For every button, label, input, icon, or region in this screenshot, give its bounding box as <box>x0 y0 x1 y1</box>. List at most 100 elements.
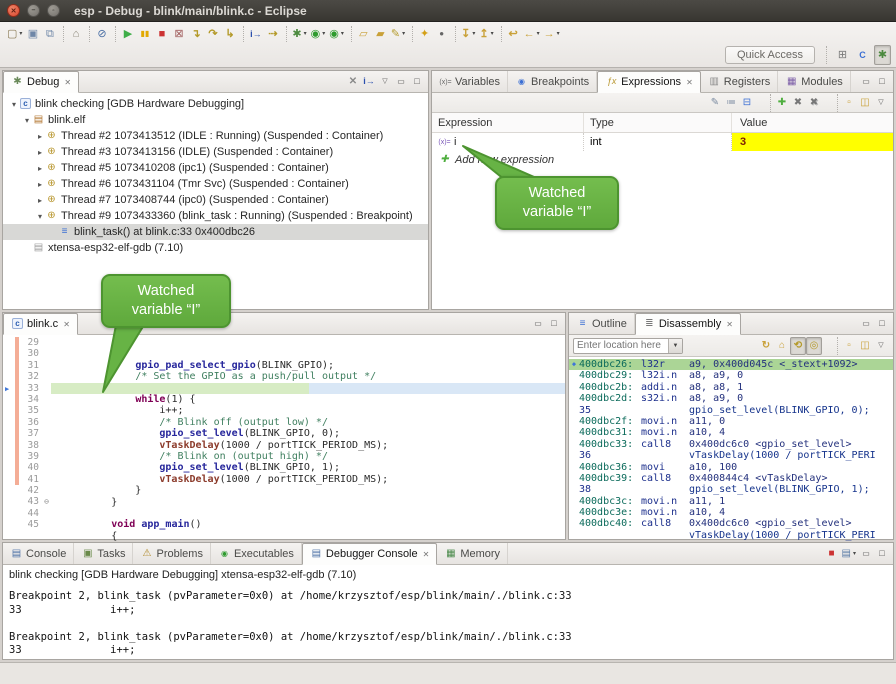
resume-icon[interactable] <box>119 24 136 44</box>
fold-icon[interactable] <box>42 383 51 394</box>
code-line[interactable]: 43 ⊖ void app_main() <box>3 496 565 507</box>
tab-expressions[interactable]: Expressions <box>597 71 701 93</box>
tab-tasks[interactable]: Tasks <box>74 543 133 564</box>
view-menu-icon[interactable] <box>873 337 889 355</box>
code-text[interactable]: } <box>51 462 565 473</box>
breakpoint-marker[interactable] <box>3 451 15 462</box>
debug-icon[interactable] <box>290 24 308 44</box>
minimize-window-button[interactable] <box>27 4 40 17</box>
code-text[interactable]: { <box>51 508 565 519</box>
disassembly-line[interactable]: 400dbc31: movi.n a10, 4 <box>569 427 893 438</box>
refresh-view-icon[interactable] <box>758 337 774 355</box>
tab-close-icon[interactable] <box>62 76 71 88</box>
new-view-icon[interactable] <box>841 337 857 355</box>
show-type-names-icon[interactable] <box>707 94 723 112</box>
tree-expand-icon[interactable]: ▸ <box>35 196 45 205</box>
code-line[interactable]: 42 <box>3 485 565 496</box>
code-line[interactable]: 40 } <box>3 462 565 473</box>
breakpoint-marker[interactable] <box>3 474 15 485</box>
save-icon[interactable] <box>24 24 41 44</box>
mark-occurrences-icon[interactable] <box>433 24 450 44</box>
fold-icon[interactable] <box>42 405 51 416</box>
breakpoint-marker[interactable] <box>3 496 15 507</box>
debug-tree-row[interactable]: ▸ Thread #7 1073408744 (ipc0) (Suspended… <box>3 192 428 208</box>
fold-icon[interactable] <box>42 371 51 382</box>
save-all-icon[interactable] <box>41 24 58 44</box>
minimize-icon[interactable] <box>530 315 546 333</box>
tab-outline[interactable]: Outline <box>569 313 635 334</box>
view-menu-icon[interactable] <box>873 94 889 112</box>
code-text[interactable]: xTaskCreate(&blink_task, "blink_task", c… <box>51 519 617 530</box>
close-window-button[interactable] <box>7 4 20 17</box>
disassembly-line[interactable]: 400dbc36: movi a10, 100 <box>569 462 893 473</box>
disassembly-line[interactable]: 400dbc3e: movi.n a10, 4 <box>569 507 893 518</box>
code-line[interactable]: 45 xTaskCreate(&blink_task, "blink_task"… <box>3 519 565 530</box>
debug-tree-row[interactable]: ▸ Thread #6 1073431104 (Tmr Svc) (Suspen… <box>3 176 428 192</box>
column-header-expression[interactable]: Expression <box>432 113 584 132</box>
debug-perspective-icon[interactable] <box>874 45 891 65</box>
tab-registers[interactable]: Registers <box>701 71 778 92</box>
show-logical-structures-icon[interactable] <box>723 94 739 112</box>
remove-all-expressions-icon[interactable] <box>806 94 822 112</box>
breakpoint-marker[interactable] <box>3 531 15 542</box>
breakpoint-marker[interactable] <box>3 405 15 416</box>
code-line[interactable]: 36 vTaskDelay(1000 / portTICK_PERIOD_MS)… <box>3 417 565 428</box>
code-line[interactable]: 29 gpio_pad_select_gpio(BLINK_GPIO); <box>3 337 565 348</box>
line-number[interactable]: 31 <box>19 360 42 371</box>
pin-view-icon[interactable] <box>857 337 873 355</box>
rocket-icon[interactable] <box>389 24 407 44</box>
expression-value[interactable]: 3 <box>732 133 893 151</box>
disassembly-line[interactable]: 36 vTaskDelay(1000 / portTICK_PERI <box>569 450 893 461</box>
tab-disassembly[interactable]: Disassembly <box>635 313 741 335</box>
code-text[interactable]: vTaskDelay(1000 / portTICK_PERIOD_MS); <box>51 451 565 462</box>
line-number[interactable]: 30 <box>19 348 42 359</box>
display-console-icon[interactable] <box>840 545 858 563</box>
breakpoint-marker[interactable] <box>3 462 15 473</box>
line-number[interactable] <box>19 531 42 542</box>
fold-icon[interactable] <box>42 474 51 485</box>
add-expression-icon[interactable] <box>774 94 790 112</box>
tree-expand-icon[interactable]: ▾ <box>35 212 45 221</box>
cpp-perspective-icon[interactable] <box>854 45 871 65</box>
back-icon[interactable] <box>522 24 542 44</box>
code-text[interactable]: } <box>51 474 565 485</box>
debug-tree-row[interactable]: ▾ blink checking [GDB Hardware Debugging… <box>3 96 428 112</box>
external-tools-icon[interactable] <box>327 24 346 44</box>
instruction-stepping-icon[interactable] <box>361 73 377 91</box>
step-filters-icon[interactable] <box>264 24 281 44</box>
line-number[interactable]: 33 <box>19 383 42 394</box>
last-edit-location-icon[interactable] <box>505 24 522 44</box>
line-number[interactable]: 38 <box>19 440 42 451</box>
breakpoint-marker[interactable] <box>3 383 15 394</box>
tree-expand-icon[interactable]: ▸ <box>35 132 45 141</box>
fold-icon[interactable] <box>42 394 51 405</box>
code-line[interactable]: 41 } <box>3 474 565 485</box>
code-line[interactable]: 39 vTaskDelay(1000 / portTICK_PERIOD_MS)… <box>3 451 565 462</box>
pin-view-icon[interactable] <box>857 94 873 112</box>
new-view-icon[interactable] <box>841 94 857 112</box>
collapse-all-icon[interactable] <box>739 94 755 112</box>
tab-problems[interactable]: Problems <box>133 543 210 564</box>
tab-close-icon[interactable] <box>61 318 70 330</box>
breakpoint-marker[interactable] <box>3 360 15 371</box>
forward-icon[interactable] <box>542 24 562 44</box>
line-number[interactable]: 36 <box>19 417 42 428</box>
column-header-value[interactable]: Value <box>732 113 893 132</box>
minimize-icon[interactable] <box>858 73 874 91</box>
maximize-icon[interactable] <box>546 315 562 333</box>
line-number[interactable]: 34 <box>19 394 42 405</box>
disassembly-line[interactable]: 38 gpio_set_level(BLINK_GPIO, 1); <box>569 484 893 495</box>
maximize-window-button[interactable] <box>47 4 60 17</box>
line-number[interactable]: 43 <box>19 496 42 507</box>
code-line[interactable]: 37 /* Blink on (output high) */ <box>3 428 565 439</box>
code-text[interactable]: gpio_set_level(BLINK_GPIO, 1); <box>51 440 565 451</box>
line-number[interactable]: 39 <box>19 451 42 462</box>
line-number[interactable]: 35 <box>19 405 42 416</box>
breakpoint-marker[interactable] <box>3 519 15 530</box>
fold-icon[interactable] <box>42 519 51 530</box>
terminate-icon[interactable] <box>153 24 170 44</box>
fold-icon[interactable] <box>42 531 51 542</box>
code-line[interactable]: 31 gpio_set_direction(BLINK_GPIO, GPIO_M… <box>3 360 565 371</box>
tree-expand-icon[interactable]: ▸ <box>35 164 45 173</box>
build-icon[interactable] <box>67 24 84 44</box>
